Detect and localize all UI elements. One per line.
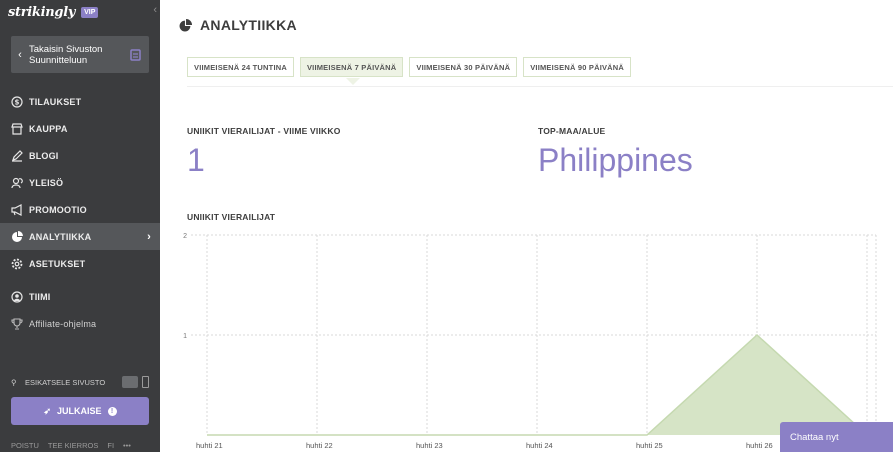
rocket-icon: ➶ xyxy=(43,405,52,416)
tab-90d[interactable]: VIIMEISENÄ 90 PÄIVÄNÄ xyxy=(523,57,632,77)
divider xyxy=(187,86,893,87)
x-tick-label: huhti 21 xyxy=(196,441,223,450)
tour-link[interactable]: TEE KIERROS xyxy=(48,441,98,450)
chat-label: Chattaa nyt xyxy=(790,431,839,443)
chart-title: UNIIKIT VIERAILIJAT xyxy=(187,212,276,222)
x-tick-label: huhti 24 xyxy=(526,441,553,450)
preview-site[interactable]: ⚲ ESIKATSELE SIVUSTO xyxy=(11,376,149,388)
sidebar-item-analytics[interactable]: ANALYTIIKKA › xyxy=(0,223,160,250)
y-tick-label: 2 xyxy=(183,233,187,240)
chat-button[interactable]: Chattaa nyt xyxy=(780,422,893,452)
search-icon: ⚲ xyxy=(11,377,17,387)
sidebar-item-label: BLOGI xyxy=(29,150,59,161)
x-tick-label: huhti 23 xyxy=(416,441,443,450)
active-tab-caret xyxy=(346,78,360,85)
mobile-icon[interactable] xyxy=(142,376,149,388)
sidebar-item-team[interactable]: TIIMI xyxy=(0,283,160,310)
sidebar-item-orders[interactable]: $ TILAUKSET xyxy=(0,88,160,115)
desktop-icon[interactable] xyxy=(122,376,138,388)
sidebar-item-label: KAUPPA xyxy=(29,123,68,134)
page-title-label: ANALYTIIKKA xyxy=(200,17,297,33)
pen-icon xyxy=(12,149,23,162)
gear-icon xyxy=(11,258,23,269)
sidebar-item-label: TILAUKSET xyxy=(29,96,82,107)
x-tick-label: huhti 22 xyxy=(306,441,333,450)
sidebar-item-affiliate[interactable]: Affiliate-ohjelma xyxy=(0,310,160,337)
range-tabs: VIIMEISENÄ 24 TUNTINA VIIMEISENÄ 7 PÄIVÄ… xyxy=(187,57,632,77)
sidebar-item-audience[interactable]: YLEISÖ xyxy=(0,169,160,196)
back-to-editor-label: Takaisin Sivuston Suunnitteluun xyxy=(29,43,103,66)
trophy-icon xyxy=(11,317,23,330)
audience-icon xyxy=(11,177,23,188)
language-link[interactable]: FI xyxy=(107,441,114,450)
top-country-value: Philippines xyxy=(538,142,693,178)
main-content: ANALYTIIKKA VIIMEISENÄ 24 TUNTINA VIIMEI… xyxy=(160,0,893,452)
publish-label: JULKAISE xyxy=(57,406,102,416)
store-icon xyxy=(11,122,23,135)
back-to-editor-button[interactable]: ‹ Takaisin Sivuston Suunnitteluun xyxy=(11,36,149,73)
tab-24h[interactable]: VIIMEISENÄ 24 TUNTINA xyxy=(187,57,294,77)
sidebar-footer: POISTU TEE KIERROS FI ••• xyxy=(11,441,156,450)
y-tick-label: 1 xyxy=(183,333,187,340)
svg-text:$: $ xyxy=(14,98,19,106)
publish-button[interactable]: ➶ JULKAISE ! xyxy=(11,397,149,425)
unique-visitors-value: 1 xyxy=(187,142,205,178)
tab-7d[interactable]: VIIMEISENÄ 7 PÄIVÄNÄ xyxy=(299,57,404,77)
chevron-right-icon: › xyxy=(147,230,151,243)
sidebar-item-promotion[interactable]: PROMOOTIO xyxy=(0,196,160,223)
preview-site-label: ESIKATSELE SIVUSTO xyxy=(25,377,106,387)
analytics-icon xyxy=(179,18,192,31)
top-country-label: TOP-MAA/ALUE xyxy=(538,126,606,136)
x-tick-label: huhti 26 xyxy=(746,441,773,450)
sidebar-item-blog[interactable]: BLOGI xyxy=(0,142,160,169)
dollar-icon: $ xyxy=(11,95,23,108)
x-tick-label: huhti 25 xyxy=(636,441,663,450)
chevron-left-icon: ‹ xyxy=(18,48,22,61)
logo[interactable]: strikingly xyxy=(8,5,75,20)
sidebar-item-label: YLEISÖ xyxy=(29,177,64,188)
sidebar-item-label: ANALYTIIKKA xyxy=(29,231,92,242)
sidebar-item-label: TIIMI xyxy=(29,291,51,302)
tab-30d[interactable]: VIIMEISENÄ 30 PÄIVÄNÄ xyxy=(409,57,518,77)
sidebar: strikingly VIP ‹ ‹ Takaisin Sivuston Suu… xyxy=(0,0,160,452)
megaphone-icon xyxy=(11,203,22,216)
vip-badge: VIP xyxy=(81,7,99,18)
visitors-chart: 2 1 huhti 21 huhti 22 huhti 23 huhti 24 huhti … xyxy=(183,233,883,450)
unique-visitors-label: UNIIKIT VIERAILIJAT - VIIME VIIKKO xyxy=(187,126,341,136)
editor-icon xyxy=(130,48,141,61)
page-title: ANALYTIIKKA xyxy=(179,17,297,33)
device-toggle xyxy=(122,376,149,388)
sidebar-item-label: PROMOOTIO xyxy=(29,204,87,215)
exit-link[interactable]: POISTU xyxy=(11,441,39,450)
collapse-sidebar-icon[interactable]: ‹ xyxy=(153,4,157,16)
more-icon[interactable]: ••• xyxy=(123,441,131,450)
sidebar-item-store[interactable]: KAUPPA xyxy=(0,115,160,142)
sidebar-item-label: ASETUKSET xyxy=(29,258,86,269)
team-icon xyxy=(11,290,23,303)
sidebar-nav: $ TILAUKSET KAUPPA BLOGI YLEISÖ PROMOOTI… xyxy=(0,88,160,337)
analytics-icon xyxy=(12,230,23,242)
sidebar-item-label: Affiliate-ohjelma xyxy=(29,318,97,329)
info-icon[interactable]: ! xyxy=(107,406,117,416)
sidebar-item-settings[interactable]: ASETUKSET xyxy=(0,250,160,277)
brand[interactable]: strikingly VIP xyxy=(8,5,99,20)
